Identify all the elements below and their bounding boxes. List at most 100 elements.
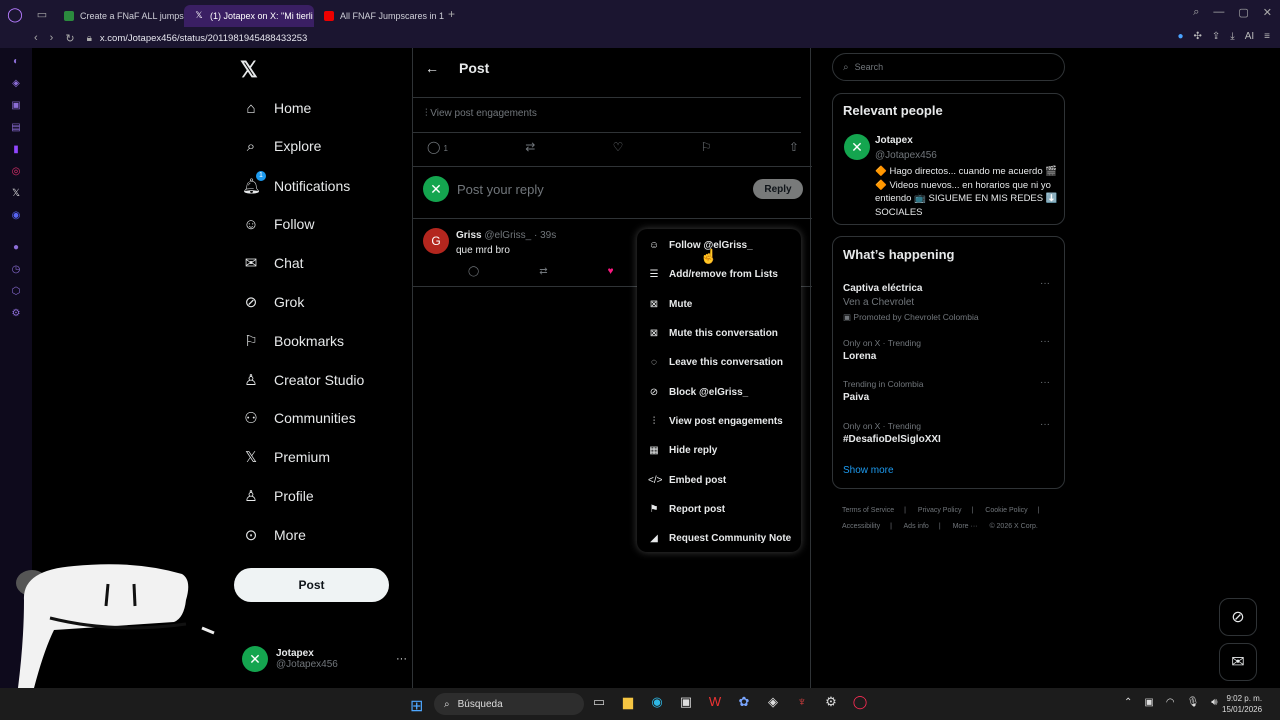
nav-communities[interactable]: ⚇ Communities <box>242 404 355 432</box>
avatar[interactable]: ✕ <box>844 134 870 160</box>
reply-icon[interactable]: ◯ <box>468 266 479 277</box>
repost-icon[interactable]: ⇄ <box>525 140 535 154</box>
menu-item-follow[interactable]: ☺ Follow @elGriss_ <box>637 231 801 260</box>
trend-item[interactable]: Only on X · Trending #DesafioDelSigloXXI… <box>843 419 1058 445</box>
browser-tab-active[interactable]: 𝕏 (1) Jotapex on X: "Mi tierli ✕ <box>184 4 314 27</box>
post-button[interactable]: Post <box>234 568 389 602</box>
menu-item-lists[interactable]: ☰ Add/remove from Lists <box>637 260 801 289</box>
share-icon[interactable]: ⇧ <box>789 140 799 154</box>
more-dots-icon[interactable]: ··· <box>396 653 407 665</box>
nav-follow[interactable]: ☺ Follow <box>242 210 314 238</box>
store-icon[interactable]: ▣ <box>677 694 695 710</box>
nav-home[interactable]: ⌂ Home <box>242 94 311 122</box>
taskbar-search[interactable]: ⌕ Búsqueda <box>434 693 584 715</box>
sidebar-aria-icon[interactable]: ◐ <box>0 50 32 72</box>
extension-icon[interactable]: ● <box>1177 31 1183 42</box>
maximize-icon[interactable]: ▢ <box>1238 6 1248 19</box>
nav-more[interactable]: ⊙ More <box>242 521 306 549</box>
browser-tab[interactable]: Create a FNaF ALL jumpsc <box>54 5 184 27</box>
messages-fab[interactable]: ✉ <box>1219 643 1257 681</box>
ai-button[interactable]: AI <box>1245 31 1254 42</box>
show-more-link[interactable]: Show more <box>843 465 894 476</box>
mic-icon[interactable]: 🎙︎ <box>1187 697 1200 708</box>
forward-icon[interactable]: › <box>50 32 54 45</box>
menu-icon[interactable]: ≡ <box>1264 31 1270 42</box>
bookmark-icon[interactable]: ⚐ <box>701 140 712 154</box>
close-window-icon[interactable]: ✕ <box>1263 6 1272 19</box>
app-icon[interactable]: ◈ <box>764 694 782 710</box>
like-filled-icon[interactable]: ♥ <box>608 266 614 277</box>
opera-gx-icon[interactable]: ◯ <box>851 694 869 710</box>
wps-icon[interactable]: W <box>706 694 724 710</box>
nav-premium[interactable]: 𝕏 Premium <box>242 443 330 471</box>
reply-button[interactable]: Reply <box>753 179 803 199</box>
sidebar-x-icon[interactable]: 𝕏 <box>0 182 32 204</box>
menu-item-mute[interactable]: ⊠ Mute <box>637 290 801 319</box>
menu-item-community-note[interactable]: ◢ Request Community Note <box>637 524 801 553</box>
nav-grok[interactable]: ⊘ Grok <box>242 288 305 316</box>
menu-item-embed[interactable]: </> Embed post <box>637 465 801 494</box>
download-icon[interactable]: ⤓ <box>1230 31 1234 42</box>
browser-tab[interactable]: All FNAF Jumpscares in 1 <box>314 5 444 27</box>
task-view-icon[interactable]: ▭ <box>590 694 608 710</box>
footer-link[interactable]: Privacy Policy <box>918 507 962 514</box>
sidebar-music-icon[interactable]: ● <box>0 236 32 258</box>
footer-link[interactable]: Ads info <box>904 523 929 530</box>
nav-profile[interactable]: ♙ Profile <box>242 482 313 510</box>
like-icon[interactable]: ♡ <box>613 140 624 154</box>
x-logo-icon[interactable]: 𝕏 <box>240 57 258 83</box>
menu-item-report[interactable]: ⚑ Report post <box>637 495 801 524</box>
sidebar-workspace-icon[interactable]: ◈ <box>0 72 32 94</box>
search-input[interactable] <box>854 62 1045 72</box>
reply-input[interactable]: Post your reply <box>457 182 544 197</box>
repost-icon[interactable]: ⇄ <box>539 266 547 277</box>
windows-start-icon[interactable]: ⊞ <box>410 696 423 716</box>
opera-logo-icon[interactable]: ◯ <box>0 0 30 28</box>
search-tabs-icon[interactable]: ⌕ <box>1193 6 1199 19</box>
edge-icon[interactable]: ◉ <box>648 694 666 710</box>
more-dots-icon[interactable]: ··· <box>1040 377 1050 388</box>
menu-item-hide-reply[interactable]: ▦ Hide reply <box>637 436 801 465</box>
nav-explore[interactable]: ⌕ Explore <box>242 132 322 160</box>
grok-fab[interactable]: ⊘ <box>1219 598 1257 636</box>
nav-bookmarks[interactable]: ⚐ Bookmarks <box>242 327 344 355</box>
lock-icon[interactable]: 🔒︎ <box>87 33 92 44</box>
tab-overview-icon[interactable]: ▭ <box>30 0 54 28</box>
avatar[interactable]: G <box>423 228 449 254</box>
sidebar-twitch-icon[interactable]: ▮ <box>0 138 32 160</box>
more-dots-icon[interactable]: ··· <box>1040 419 1050 430</box>
steam-icon[interactable]: ⚙ <box>822 694 840 710</box>
sidebar-pinboard-icon[interactable]: ▣ <box>0 94 32 116</box>
nav-notifications[interactable]: 🔔︎ 1 Notifications <box>242 171 350 200</box>
trend-item[interactable]: Only on X · Trending Lorena ··· <box>843 336 1058 362</box>
nav-chat[interactable]: ✉ Chat <box>242 249 304 277</box>
sidebar-discord-icon[interactable]: ◉ <box>0 204 32 226</box>
menu-item-block[interactable]: ⊘ Block @elGriss_ <box>637 377 801 406</box>
taskbar-clock[interactable]: 9:02 p. m. 15/01/2026 <box>1222 693 1262 715</box>
search-box[interactable]: ⌕ <box>832 53 1065 81</box>
game-icon[interactable]: ♆ <box>793 694 811 710</box>
footer-link[interactable]: Terms of Service <box>842 507 894 514</box>
trend-item[interactable]: Trending in Colombia Paiva ··· <box>843 377 1058 403</box>
chevron-up-icon[interactable]: ⌃ <box>1124 697 1132 708</box>
reply-author[interactable]: Griss <box>456 230 482 241</box>
footer-link[interactable]: Cookie Policy <box>985 507 1027 514</box>
menu-item-view-engagements[interactable]: ⫶ View post engagements <box>637 407 801 436</box>
sidebar-news-icon[interactable]: ▤ <box>0 116 32 138</box>
puzzle-icon[interactable]: ✣ <box>1194 31 1202 42</box>
reply-action[interactable]: ◯ 1 <box>427 140 448 154</box>
view-engagements-link[interactable]: ⫶ View post engagements <box>425 108 537 119</box>
menu-item-mute-conversation[interactable]: ⊠ Mute this conversation <box>637 319 801 348</box>
account-switcher[interactable]: ✕ Jotapex @Jotapex456 ··· <box>242 643 407 675</box>
back-arrow-icon[interactable]: ← <box>425 60 439 76</box>
tray-app-icon[interactable]: ▣ <box>1144 697 1153 708</box>
nav-creator-studio[interactable]: ♙ Creator Studio <box>242 366 364 394</box>
sidebar-history-icon[interactable]: ◷ <box>0 258 32 280</box>
sidebar-settings-icon[interactable]: ⚙ <box>0 302 32 324</box>
url-field[interactable]: x.com/Jotapex456/status/2011981945488433… <box>100 33 307 44</box>
volume-icon[interactable]: 🔊︎ <box>1211 697 1217 708</box>
share-icon[interactable]: ⇪ <box>1212 31 1220 42</box>
more-dots-icon[interactable]: ··· <box>1040 336 1050 347</box>
new-tab-icon[interactable]: + <box>448 7 455 21</box>
menu-item-leave-conversation[interactable]: ◌ Leave this conversation <box>637 348 801 377</box>
